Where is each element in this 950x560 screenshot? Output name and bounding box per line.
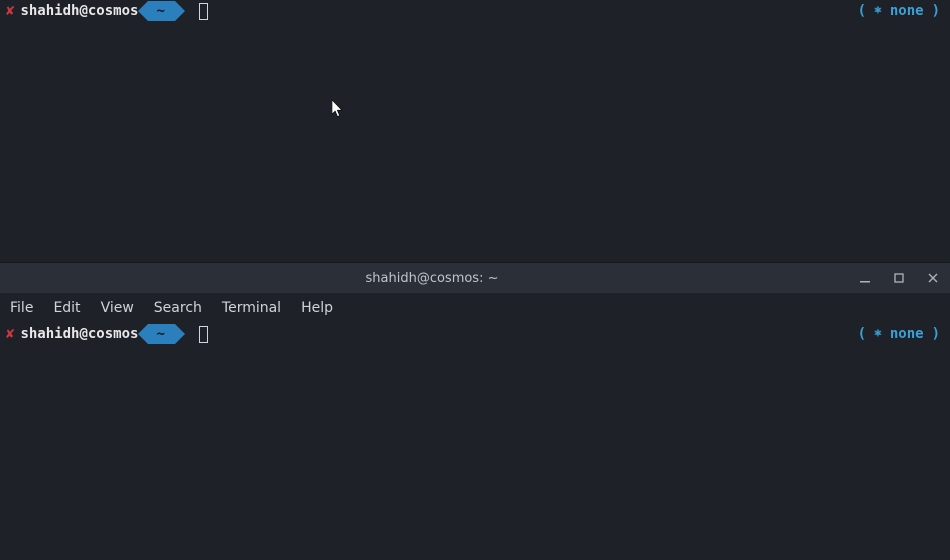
cwd-text: ~ <box>156 0 164 22</box>
menubar: File Edit View Search Terminal Help <box>0 293 950 323</box>
user-host-label: shahidh@cosmos <box>20 0 138 22</box>
prompt-row-top: ✘ shahidh@cosmos ~ ( ⎈ none ) <box>0 0 950 22</box>
menu-help[interactable]: Help <box>301 300 333 316</box>
window-title: shahidh@cosmos: ~ <box>8 271 856 286</box>
menu-search[interactable]: Search <box>154 300 202 316</box>
paren-open: ( <box>858 0 866 22</box>
error-status-icon: ✘ <box>6 0 14 22</box>
mouse-pointer-icon <box>332 100 344 118</box>
terminal-pane-bottom[interactable]: ✘ shahidh@cosmos ~ ( ⎈ none ) <box>0 323 950 560</box>
kube-context-text: none <box>890 323 924 345</box>
menu-view[interactable]: View <box>101 300 134 316</box>
paren-open: ( <box>858 323 866 345</box>
window-close-button[interactable] <box>924 269 942 287</box>
menu-edit[interactable]: Edit <box>53 300 80 316</box>
user-host-label: shahidh@cosmos <box>20 323 138 345</box>
kube-context-status: ( ⎈ none ) <box>858 0 940 22</box>
menu-terminal[interactable]: Terminal <box>222 300 281 316</box>
window-titlebar[interactable]: shahidh@cosmos: ~ <box>0 263 950 293</box>
cwd-text: ~ <box>156 323 164 345</box>
menu-file[interactable]: File <box>10 300 33 316</box>
kube-context-text: none <box>890 0 924 22</box>
terminal-pane-top[interactable]: ✘ shahidh@cosmos ~ ( ⎈ none ) <box>0 0 950 262</box>
cwd-segment: ~ <box>148 324 174 344</box>
helm-wheel-icon: ⎈ <box>874 323 882 345</box>
cwd-segment: ~ <box>148 1 174 21</box>
helm-wheel-icon: ⎈ <box>874 0 882 22</box>
text-cursor[interactable] <box>199 3 208 20</box>
window-minimize-button[interactable] <box>856 269 874 287</box>
text-cursor[interactable] <box>199 326 208 343</box>
error-status-icon: ✘ <box>6 323 14 345</box>
paren-close: ) <box>932 0 940 22</box>
window-maximize-button[interactable] <box>890 269 908 287</box>
prompt-row-bottom: ✘ shahidh@cosmos ~ ( ⎈ none ) <box>0 323 950 345</box>
kube-context-status: ( ⎈ none ) <box>858 323 940 345</box>
paren-close: ) <box>932 323 940 345</box>
